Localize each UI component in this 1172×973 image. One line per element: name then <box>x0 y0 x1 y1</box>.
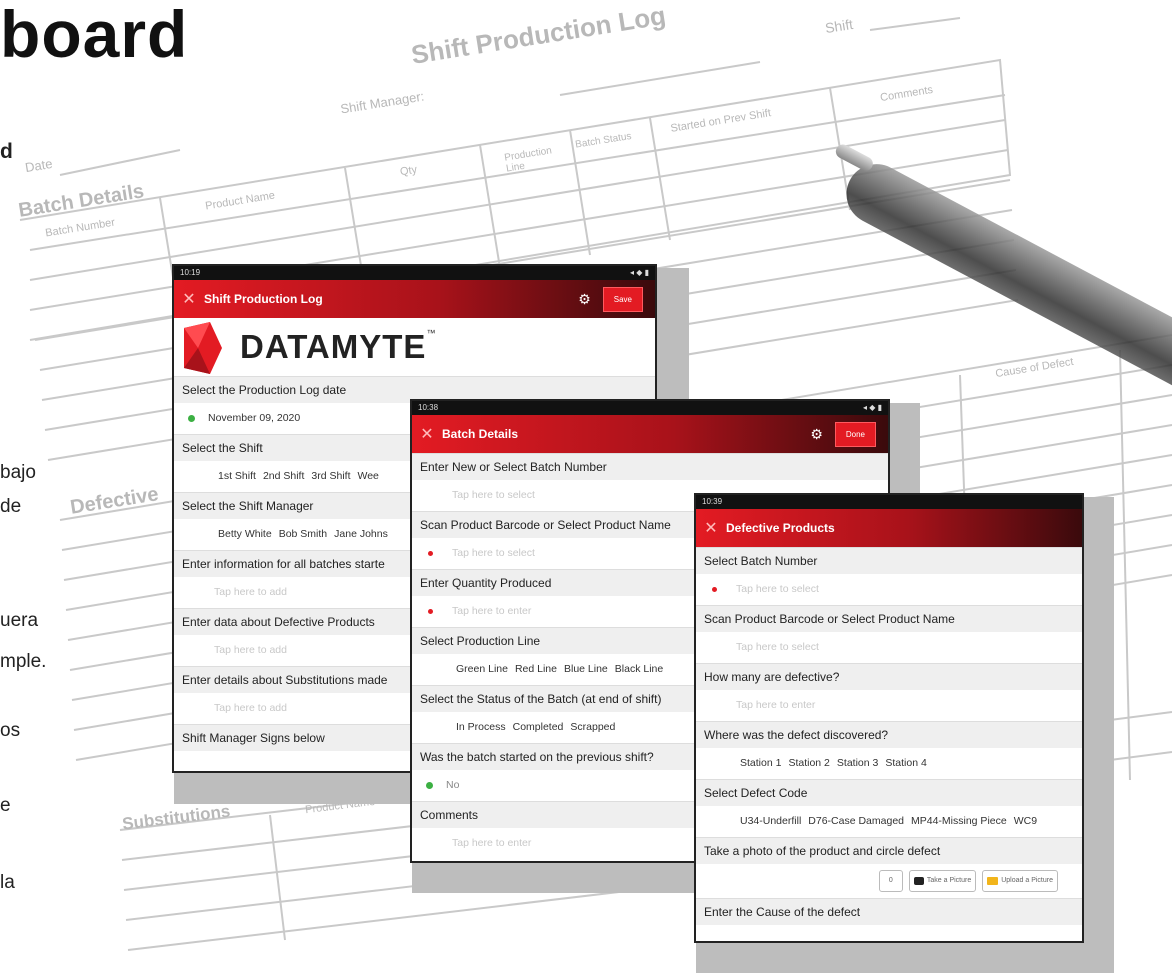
line-option[interactable]: Blue Line <box>564 663 608 675</box>
close-icon[interactable]: ✕ <box>412 424 442 444</box>
side-text-3: de <box>0 496 22 517</box>
code-option[interactable]: U34-Underfill <box>740 815 801 827</box>
status-option[interactable]: In Process <box>456 721 506 733</box>
logo-mark-icon <box>184 322 222 374</box>
close-icon[interactable]: ✕ <box>174 289 204 309</box>
save-button[interactable]: Save <box>602 286 643 312</box>
answer-date-text: November 09, 2020 <box>208 412 301 424</box>
screen-title: Shift Production Log <box>204 292 323 306</box>
status-bar: 10:38 ◂ ◆ ▮ <box>412 401 888 415</box>
gear-icon[interactable]: ⚙ <box>810 426 823 443</box>
answer-defective-count[interactable]: Tap here to enter <box>696 690 1082 721</box>
status-icons: ◂ ◆ ▮ <box>862 403 882 412</box>
station-option[interactable]: Station 3 <box>837 757 878 769</box>
side-text-5: mple. <box>0 651 47 672</box>
gear-icon[interactable]: ⚙ <box>578 291 591 308</box>
side-text-7: e <box>0 795 11 816</box>
answer-batch-number-text: Tap here to select <box>736 583 819 595</box>
code-option[interactable]: WC9 <box>1014 815 1037 827</box>
status-icons: ◂ ◆ ▮ <box>629 268 649 277</box>
take-picture-label: Take a Picture <box>926 877 972 884</box>
manager-option[interactable]: Betty White <box>218 528 272 540</box>
logo-mark <box>180 322 224 374</box>
shift-option[interactable]: 2nd Shift <box>263 470 304 482</box>
required-dot-icon <box>428 551 433 556</box>
status-option[interactable]: Scrapped <box>570 721 615 733</box>
logo-word: DATAMYTE <box>240 328 427 365</box>
code-option[interactable]: D76-Case Damaged <box>808 815 904 827</box>
line-option[interactable]: Green Line <box>456 663 508 675</box>
app-bar: ✕ Shift Production Log ⚙ Save <box>174 280 655 318</box>
screen-title: Defective Products <box>726 521 835 535</box>
side-text-4: uera <box>0 610 39 631</box>
take-picture-button[interactable]: Take a Picture <box>908 870 977 892</box>
answer-previous-shift-text: No <box>446 779 460 791</box>
datamyte-logo: DATAMYTE ™ <box>174 318 655 376</box>
app-bar: ✕ Defective Products <box>696 509 1082 547</box>
upload-picture-label: Upload a Picture <box>1001 877 1053 884</box>
screen-defective-products: 10:39 ✕ Defective Products Select Batch … <box>694 493 1084 943</box>
logo-trademark: ™ <box>426 328 436 338</box>
line-option[interactable]: Black Line <box>615 663 663 675</box>
question-photo: Take a photo of the product and circle d… <box>696 837 1082 864</box>
folder-icon <box>987 877 999 885</box>
shift-option[interactable]: Wee <box>358 470 379 482</box>
question-defect-code: Select Defect Code <box>696 779 1082 806</box>
side-text-8: la <box>0 872 15 893</box>
upload-picture-button[interactable]: Upload a Picture <box>982 870 1058 892</box>
answer-batch-number-text: Tap here to select <box>452 489 535 501</box>
status-option[interactable]: Completed <box>513 721 564 733</box>
photo-count: 0 <box>878 870 903 892</box>
status-time: 10:19 <box>180 268 201 277</box>
status-bar: 10:19 ◂ ◆ ▮ <box>174 266 655 280</box>
code-option[interactable]: MP44-Missing Piece <box>911 815 1007 827</box>
answer-scan-text: Tap here to select <box>452 547 535 559</box>
question-scan: Scan Product Barcode or Select Product N… <box>696 605 1082 632</box>
status-bar: 10:39 <box>696 495 1082 509</box>
required-dot-icon <box>712 587 717 592</box>
question-defective-count: How many are defective? <box>696 663 1082 690</box>
photo-actions: 0 Take a Picture Upload a Picture <box>696 864 1082 898</box>
station-options: Station 1 Station 2 Station 3 Station 4 <box>696 748 1082 779</box>
manager-option[interactable]: Jane Johns <box>334 528 388 540</box>
question-batch-number: Select Batch Number <box>696 547 1082 574</box>
question-cause: Enter the Cause of the defect <box>696 898 1082 925</box>
answer-batch-number[interactable]: Tap here to select <box>696 574 1082 605</box>
question-defect-location: Where was the defect discovered? <box>696 721 1082 748</box>
status-time: 10:38 <box>418 403 439 412</box>
done-button[interactable]: Done <box>834 421 876 447</box>
side-text-6: os <box>0 720 21 741</box>
screen-title: Batch Details <box>442 427 519 441</box>
station-option[interactable]: Station 4 <box>885 757 926 769</box>
side-text-1: d <box>0 140 13 163</box>
side-text-2: bajo <box>0 462 36 483</box>
shift-option[interactable]: 1st Shift <box>218 470 256 482</box>
check-dot-icon <box>426 782 433 789</box>
camera-icon <box>913 877 924 885</box>
close-icon[interactable]: ✕ <box>696 518 726 538</box>
line-option[interactable]: Red Line <box>515 663 557 675</box>
station-option[interactable]: Station 2 <box>788 757 829 769</box>
status-time: 10:39 <box>702 497 723 506</box>
code-options: U34-Underfill D76-Case Damaged MP44-Missin… <box>696 806 1082 837</box>
check-dot-icon <box>188 415 195 422</box>
station-option[interactable]: Station 1 <box>740 757 781 769</box>
app-bar: ✕ Batch Details ⚙ Done <box>412 415 888 453</box>
answer-scan[interactable]: Tap here to select <box>696 632 1082 663</box>
required-dot-icon <box>428 609 433 614</box>
shift-option[interactable]: 3rd Shift <box>311 470 350 482</box>
answer-quantity-text: Tap here to enter <box>452 605 532 617</box>
question-batch-number: Enter New or Select Batch Number <box>412 453 888 480</box>
page-heading: board <box>0 0 189 71</box>
manager-option[interactable]: Bob Smith <box>279 528 327 540</box>
